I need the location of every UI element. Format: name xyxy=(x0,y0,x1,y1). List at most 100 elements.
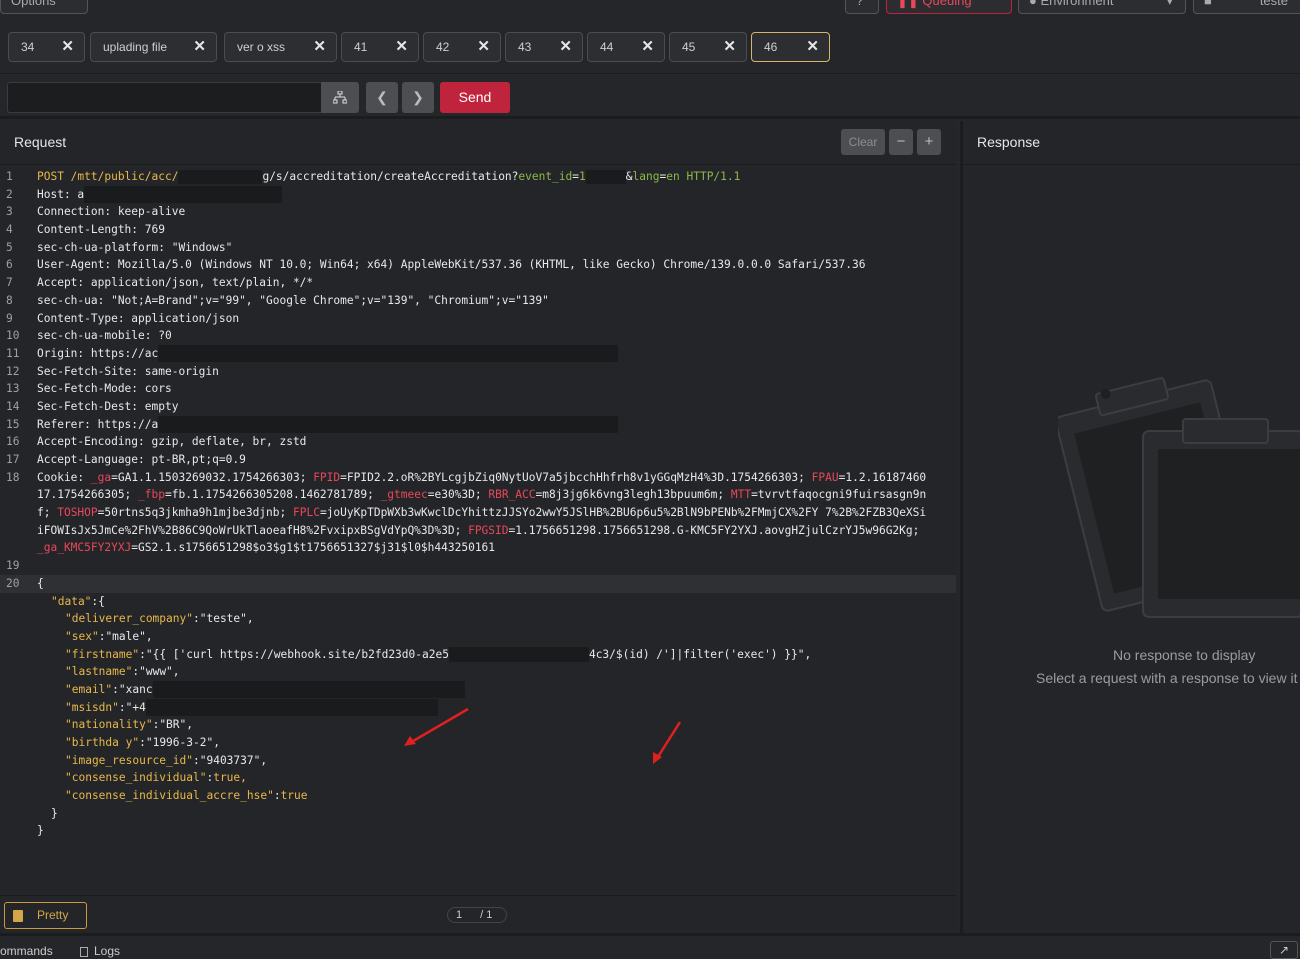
environment-dropdown[interactable]: ● Environment ▾ xyxy=(1018,0,1186,14)
page-current: 1 xyxy=(456,909,463,921)
workspace-label: teste xyxy=(1259,0,1288,8)
cookie-value: 50rtns5q3jkmha9h1mjbe3djnb; xyxy=(104,506,293,520)
code-line: "msisdn":"+4 xyxy=(0,698,956,717)
forward-button[interactable]: ❯ xyxy=(402,82,434,113)
empty-state-title: No response to display xyxy=(1113,647,1256,663)
header-line: Content-Type: application/json xyxy=(37,311,240,325)
cookie-value: GA1.1.1503269032.1754266303; xyxy=(117,470,314,484)
header-host: Host: a xyxy=(37,187,85,201)
json-key: "lastname" xyxy=(65,665,133,679)
header-line: Accept-Encoding: gzip, deflate, br, zstd xyxy=(37,435,307,449)
sitemap-button[interactable] xyxy=(321,82,359,113)
close-icon[interactable]: ✕ xyxy=(723,33,736,61)
code-line: "nationality":"BR", xyxy=(65,718,193,732)
options-dropdown[interactable]: Options xyxy=(0,0,88,14)
close-icon[interactable]: ✕ xyxy=(61,33,74,61)
close-icon[interactable]: ✕ xyxy=(193,33,206,61)
code-line: 17 Accept-Language: pt-BR,pt;q=0.9 xyxy=(0,451,956,469)
folder-icon: ■ xyxy=(1204,0,1212,8)
logs-tab[interactable]: Logs xyxy=(80,944,120,958)
tab-43[interactable]: 43 ✕ xyxy=(505,32,583,62)
target-input[interactable] xyxy=(7,82,322,113)
request-editor[interactable]: 1 POST /mtt/public/acc/g/s/accreditation/… xyxy=(0,168,956,893)
query-value: en xyxy=(666,170,680,183)
tab-45[interactable]: 45 ✕ xyxy=(669,32,747,62)
close-icon[interactable]: ✕ xyxy=(395,33,408,61)
code-line: _ga_KMC5FY2YXJ=GS2.1.s1756651298$o3$g1$t… xyxy=(37,541,496,555)
cookie-key: FPGSID xyxy=(468,523,509,537)
close-icon[interactable]: ✕ xyxy=(313,33,326,61)
close-icon[interactable]: ✕ xyxy=(806,33,819,61)
clear-button[interactable]: Clear xyxy=(841,129,885,155)
code-line: "image_resource_id":"9403737", xyxy=(65,753,268,767)
json-key: "firstname" xyxy=(65,647,140,661)
help-button[interactable]: ? xyxy=(845,0,879,14)
cookie-value: m8j3jg6k6vng3legh13bpuum6m; xyxy=(542,488,731,502)
user-icon: ● xyxy=(1029,0,1041,8)
code-line: 12 Sec-Fetch-Site: same-origin xyxy=(0,363,956,381)
send-button[interactable]: Send xyxy=(440,82,510,113)
commands-tab[interactable]: ommands xyxy=(0,944,53,958)
tab-42[interactable]: 42 ✕ xyxy=(423,32,501,62)
close-icon[interactable]: ✕ xyxy=(641,33,654,61)
queuing-button[interactable]: ❚❚ Queuing xyxy=(886,0,1012,14)
code-line: 6 User-Agent: Mozilla/5.0 (Windows NT 10.… xyxy=(0,256,956,274)
cookie-value: GS2.1.s1756651298$o3$g1$t1756651327$j31$… xyxy=(138,541,496,555)
json-key: "consense_individual_accre_hse" xyxy=(65,789,274,803)
page-total: / 1 xyxy=(480,909,493,921)
code-line: "sex":"male", xyxy=(65,629,153,643)
tab-label: uplading file xyxy=(103,40,168,54)
code-line: "firstname":"{{ ['curl https://webhook.s… xyxy=(65,646,812,662)
document-icon xyxy=(80,946,88,957)
code-line: "consense_individual":true, xyxy=(65,771,247,785)
cookie-key: MTT xyxy=(730,488,752,502)
json-key: "consense_individual" xyxy=(65,771,207,785)
request-header: Request Clear − + xyxy=(0,121,956,165)
cookie-label: Cookie: xyxy=(37,470,91,484)
bottom-bar: ommands Logs ↗ xyxy=(0,933,1300,959)
code-line: "lastname":"www", xyxy=(65,665,180,679)
json-key: "email" xyxy=(65,682,113,696)
header-line: User-Agent: Mozilla/5.0 (Windows NT 10.0… xyxy=(37,258,866,272)
cookie-value: e30%3D; xyxy=(434,488,489,502)
popout-button[interactable]: ↗ xyxy=(1270,941,1298,959)
close-icon[interactable]: ✕ xyxy=(559,33,572,61)
code-line: 18 Cookie: _ga=GA1.1.1503269032.175426630… xyxy=(6,470,927,484)
tab-ver-o-xss[interactable]: ver o xss ✕ xyxy=(224,32,337,62)
page-indicator[interactable]: 1 / 1 xyxy=(447,907,507,923)
tab-41[interactable]: 41 ✕ xyxy=(341,32,419,62)
tab-46[interactable]: 46 ✕ xyxy=(751,32,830,62)
sitemap-icon xyxy=(332,90,348,104)
tab-label: 44 xyxy=(600,40,614,54)
request-title: Request xyxy=(14,134,67,150)
json-value: "BR", xyxy=(159,718,193,732)
json-punct: :{ xyxy=(91,594,105,608)
chevron-left-icon: ❮ xyxy=(376,89,388,105)
response-panel: Response No response to display Select a… xyxy=(960,121,1300,933)
cookie-value: joUyKpTDpWXb3wKwclDcYhittzJJSYo2wwY5JSlH… xyxy=(326,506,927,520)
header-line: Sec-Fetch-Mode: cors xyxy=(37,382,172,396)
tab-uplading-file[interactable]: uplading file ✕ xyxy=(90,32,217,62)
json-key: "sex" xyxy=(65,629,99,643)
queuing-label: Queuing xyxy=(922,0,972,8)
http-version: HTTP/1.1 xyxy=(686,170,741,183)
json-value: "1996-3-2", xyxy=(145,736,220,749)
code-line: iFOWIsJx5JmCe%2FhV%2B86C9QoWrUkTlaoeafH8… xyxy=(37,523,920,537)
pretty-button[interactable]: Pretty xyxy=(4,902,87,929)
increase-font-button[interactable]: + xyxy=(917,129,941,155)
close-icon[interactable]: ✕ xyxy=(477,33,490,61)
code-line: } xyxy=(0,822,956,840)
workspace-selector[interactable]: ■ teste xyxy=(1193,0,1300,14)
chevron-right-icon: ❯ xyxy=(412,89,424,105)
back-button[interactable]: ❮ xyxy=(366,82,398,113)
json-key: "deliverer_company" xyxy=(65,612,193,626)
tab-34[interactable]: 34 ✕ xyxy=(8,32,85,62)
code-line: 11 Origin: https://ac xyxy=(0,344,956,363)
cookie-key: _ga_KMC5FY2YXJ xyxy=(37,541,132,555)
decrease-font-button[interactable]: − xyxy=(889,129,913,155)
chevron-down-icon: ▾ xyxy=(1166,0,1173,8)
cookie-value: 1.2.16187460 xyxy=(845,470,927,484)
tab-44[interactable]: 44 ✕ xyxy=(587,32,665,62)
tab-label: 41 xyxy=(354,40,368,54)
tab-label: ver o xss xyxy=(237,40,286,54)
